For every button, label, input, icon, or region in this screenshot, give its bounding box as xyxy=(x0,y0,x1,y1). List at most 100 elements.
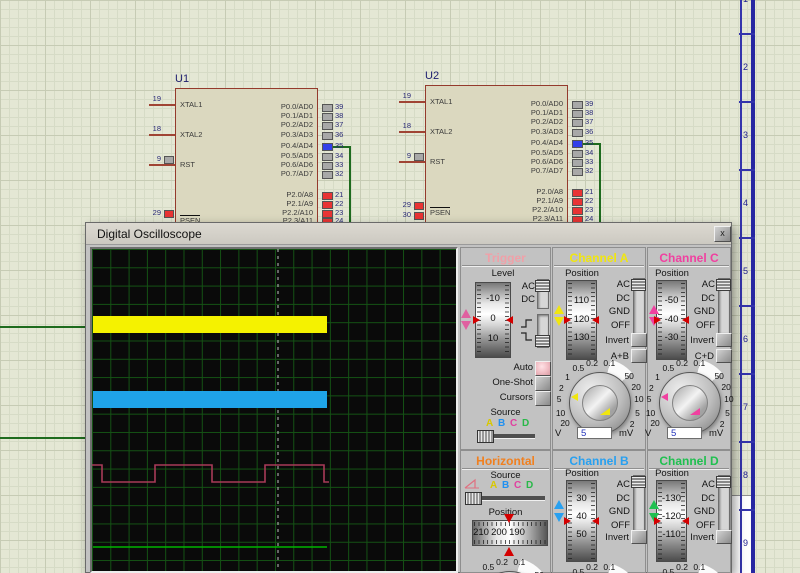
falling-edge-icon xyxy=(520,329,533,347)
channel-b-position-down-arrow[interactable] xyxy=(554,513,564,522)
channel-c-combine-button[interactable] xyxy=(716,349,732,363)
channel-c-gain-knob-scale-label: 2 xyxy=(642,383,660,393)
trigger-source-channel-b[interactable]: B xyxy=(498,418,505,429)
pin-stub xyxy=(399,101,425,103)
trigger-level-up-arrow[interactable] xyxy=(461,309,471,318)
pin-label: P0.5/AD5 xyxy=(258,152,313,160)
ruler-divider xyxy=(739,305,755,307)
trigger-source-channel-d[interactable]: D xyxy=(522,418,529,429)
horizontal-source-channel-d[interactable]: D xyxy=(526,480,533,491)
trigger-level-down-arrow[interactable] xyxy=(461,321,471,330)
dial-value: 130 xyxy=(566,332,597,343)
pin-state-indicator xyxy=(322,132,333,140)
channel-d-coupling-switch-knob[interactable] xyxy=(716,476,731,488)
ruler-number: 4 xyxy=(740,198,751,208)
dial-value: -30 xyxy=(656,332,687,343)
pin-number: 30 xyxy=(390,211,411,219)
channel-b-invert-button[interactable] xyxy=(631,530,647,544)
dial-value: 190 xyxy=(506,527,528,538)
ruler-number: 9 xyxy=(740,538,751,548)
trigger-oneshot-label: One-Shot xyxy=(466,377,533,388)
trigger-coupling-ac-label: AC xyxy=(505,281,535,292)
close-button[interactable]: x xyxy=(714,226,731,242)
dial-marker-left xyxy=(564,316,571,324)
trigger-auto-button[interactable] xyxy=(535,361,551,376)
dial-marker-top xyxy=(504,514,514,523)
panel-title-separator xyxy=(649,265,729,267)
channel-d-gain-knob-scale-label: 0.2 xyxy=(673,562,691,572)
channel-a-combine-button[interactable] xyxy=(631,349,647,363)
pin-label: P0.6/AD6 xyxy=(258,161,313,169)
channel-d-position-up-arrow[interactable] xyxy=(649,500,659,509)
panel-title-separator xyxy=(462,265,549,267)
channel-c-gain-knob-value-field[interactable]: 5 xyxy=(667,427,702,439)
trigger-coupling-switch-knob[interactable] xyxy=(535,280,550,292)
horizontal-source-channel-c[interactable]: C xyxy=(514,480,521,491)
trigger-edge-switch-knob[interactable] xyxy=(535,335,550,347)
pin-number: 9 xyxy=(390,152,411,160)
channel-c-gain-knob-scale-label: 20 xyxy=(717,382,735,392)
trigger-cursors-button[interactable] xyxy=(535,391,551,406)
trigger-oneshot-button[interactable] xyxy=(535,376,551,391)
pin-number: 33 xyxy=(585,158,593,166)
dial-marker-left xyxy=(473,316,480,324)
channel-c-position-up-arrow[interactable] xyxy=(649,305,659,314)
pin-stub xyxy=(399,131,425,133)
pin-state-indicator xyxy=(572,101,583,109)
horizontal-source-slider-knob[interactable] xyxy=(465,492,482,505)
channel-b-position-up-arrow[interactable] xyxy=(554,500,564,509)
pin-state-indicator xyxy=(322,171,333,179)
pin-state-indicator xyxy=(572,140,583,148)
trigger-level-label: Level xyxy=(468,268,538,279)
pin-number: 34 xyxy=(585,149,593,157)
trigger-source-channel-a[interactable]: A xyxy=(486,418,493,429)
pin-state-indicator xyxy=(322,201,333,209)
panel-title-separator xyxy=(554,265,644,267)
channel-c-gain-knob-scale-label: 10 xyxy=(720,394,738,404)
dial-value: 30 xyxy=(566,493,597,504)
horizontal-title: Horizontal xyxy=(460,454,551,468)
channel-a-gain-knob-cap xyxy=(582,385,618,421)
channel-c-coupling-switch-knob[interactable] xyxy=(716,279,731,291)
channel-d-gain-knob-scale-label: 0.1 xyxy=(690,562,708,572)
pin-label: P0.2/AD2 xyxy=(508,118,563,126)
dial-marker-left xyxy=(654,316,661,324)
dial-marker-right xyxy=(682,517,689,525)
horizontal-timebase-knob-scale-label: 0.2 xyxy=(493,557,511,567)
channel-a-gain-knob-value-field[interactable]: 5 xyxy=(577,427,612,439)
ruler-divider xyxy=(739,101,755,103)
channel-b-coupling-switch-knob[interactable] xyxy=(631,476,646,488)
pin-state-indicator xyxy=(322,192,333,200)
pin-state-indicator xyxy=(572,110,583,118)
channel-c-coupling-ac-label: AC xyxy=(681,279,715,290)
dial-value: -130 xyxy=(656,493,687,504)
wire-u1-p04-v xyxy=(349,146,351,223)
pin-label: XTAL1 xyxy=(430,98,452,106)
pin-number: 38 xyxy=(335,112,343,120)
trigger-source-slider-knob[interactable] xyxy=(477,430,494,443)
pin-number: 19 xyxy=(140,95,161,103)
channel-c-gain-knob-unit-left: V xyxy=(645,428,651,439)
channel-a-position-down-arrow[interactable] xyxy=(554,317,564,326)
channel-a-coupling-switch-knob[interactable] xyxy=(631,279,646,291)
trigger-source-channel-c[interactable]: C xyxy=(510,418,517,429)
horizontal-source-channel-b[interactable]: B xyxy=(502,480,509,491)
pin-number: 35 xyxy=(335,142,343,150)
dial-value: 110 xyxy=(566,295,597,306)
pin-number: 22 xyxy=(335,200,343,208)
channel-c-gain-knob-marker xyxy=(661,393,668,401)
channel-c-gain-knob-scale-label: 5 xyxy=(718,408,736,418)
pin-label: P0.4/AD4 xyxy=(258,142,313,150)
channel-a-invert-button[interactable] xyxy=(631,333,647,347)
ruler-number: 3 xyxy=(740,130,751,140)
channel-d-invert-button[interactable] xyxy=(716,530,732,544)
pin-label: XTAL2 xyxy=(180,131,202,139)
trigger-cursors-label: Cursors xyxy=(466,392,533,403)
channel-c-invert-button[interactable] xyxy=(716,333,732,347)
scope-traces xyxy=(92,249,456,571)
pin-label: P0.1/AD1 xyxy=(508,109,563,117)
channel-a-position-up-arrow[interactable] xyxy=(554,305,564,314)
horizontal-source-channel-a[interactable]: A xyxy=(490,480,497,491)
channel-a-gain-knob-scale-label: 0.2 xyxy=(583,358,601,368)
pin-stub xyxy=(149,164,175,166)
